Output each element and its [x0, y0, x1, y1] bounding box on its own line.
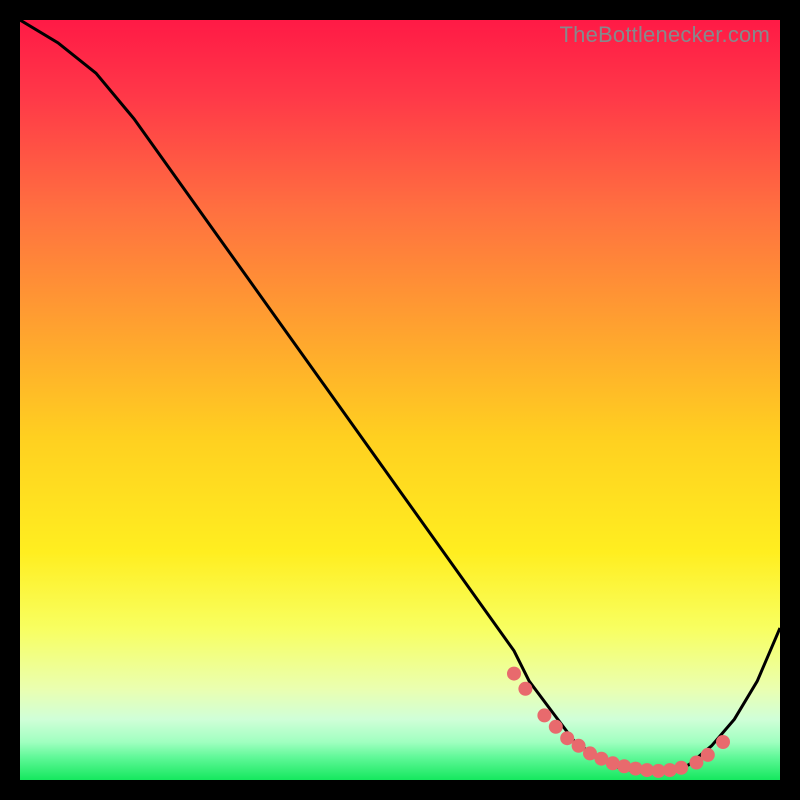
valley-dot	[507, 667, 521, 681]
valley-dot	[572, 739, 586, 753]
watermark-text: TheBottlenecker.com	[560, 22, 770, 48]
valley-dot	[689, 756, 703, 770]
valley-dot	[549, 720, 563, 734]
valley-dot	[701, 748, 715, 762]
gradient-background	[20, 20, 780, 780]
valley-dot	[518, 682, 532, 696]
chart-frame: TheBottlenecker.com	[20, 20, 780, 780]
valley-dot	[674, 761, 688, 775]
valley-dot	[716, 735, 730, 749]
valley-dot	[560, 731, 574, 745]
bottleneck-chart	[20, 20, 780, 780]
valley-dot	[537, 708, 551, 722]
